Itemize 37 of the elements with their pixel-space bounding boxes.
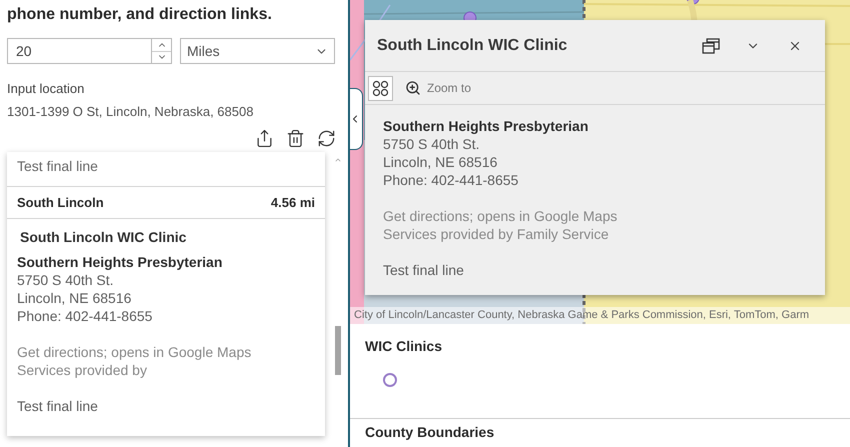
- zoom-in-icon: [405, 80, 421, 96]
- group-name: South Lincoln: [17, 195, 104, 210]
- link-text[interactable]: Services provided by Family Service: [383, 225, 807, 243]
- group-distance: 4.56 mi: [270, 195, 315, 210]
- detail-text: 5750 S 40th St.: [383, 135, 481, 153]
- venue-name: Southern Heights Presbyterian: [17, 253, 224, 271]
- venue-name: Southern Heights Presbyterian: [383, 117, 590, 135]
- legend-layer-title: WIC Clinics: [365, 338, 444, 354]
- zoom-to-button[interactable]: Zoom to: [405, 80, 472, 96]
- units-dropdown[interactable]: Miles: [180, 38, 335, 64]
- panel-heading: phone number, and direction links.: [7, 6, 273, 25]
- link-text[interactable]: Services provided by: [17, 361, 315, 379]
- map-attribution: City of Lincoln/Lancaster County, Nebraska Game & Parks Commission, Esri, TomTom, Garm: [350, 307, 850, 324]
- scrollbar-thumb[interactable]: [335, 326, 341, 375]
- detail-text: Test final line: [7, 152, 325, 187]
- refresh-icon[interactable]: [317, 129, 336, 148]
- link-text[interactable]: Get directions; opens in Google Maps: [383, 207, 807, 225]
- collapse-panel-handle[interactable]: [350, 88, 363, 150]
- scroll-up-icon[interactable]: [334, 156, 342, 164]
- detail-text: 5750 S 40th St.: [17, 271, 115, 289]
- distance-field[interactable]: 20: [7, 38, 151, 64]
- share-icon[interactable]: [255, 129, 274, 148]
- delete-icon[interactable]: [286, 129, 305, 148]
- feature-title: South Lincoln WIC Clinic: [19, 228, 188, 247]
- detail-text: Phone: 402-441-8655: [383, 171, 520, 189]
- detail-text: Test final line: [17, 397, 99, 415]
- detail-text: Test final line: [383, 261, 465, 279]
- result-group-header[interactable]: South Lincoln 4.56 mi: [7, 187, 325, 219]
- popup-title: South Lincoln WIC Clinic: [377, 36, 568, 54]
- features-icon[interactable]: [368, 76, 393, 100]
- link-text[interactable]: Get directions; opens in Google Maps: [17, 343, 315, 361]
- legend-layer-title: County Boundaries: [365, 424, 496, 440]
- detail-text: Lincoln, NE 68516: [383, 153, 498, 171]
- field-label: Input location: [7, 81, 86, 96]
- detail-text: Lincoln, NE 68516: [17, 289, 132, 307]
- location-address: 1301-1399 O St, Lincoln, Nebraska, 68508: [7, 104, 254, 119]
- detail-text: Phone: 402-441-8655: [17, 307, 154, 325]
